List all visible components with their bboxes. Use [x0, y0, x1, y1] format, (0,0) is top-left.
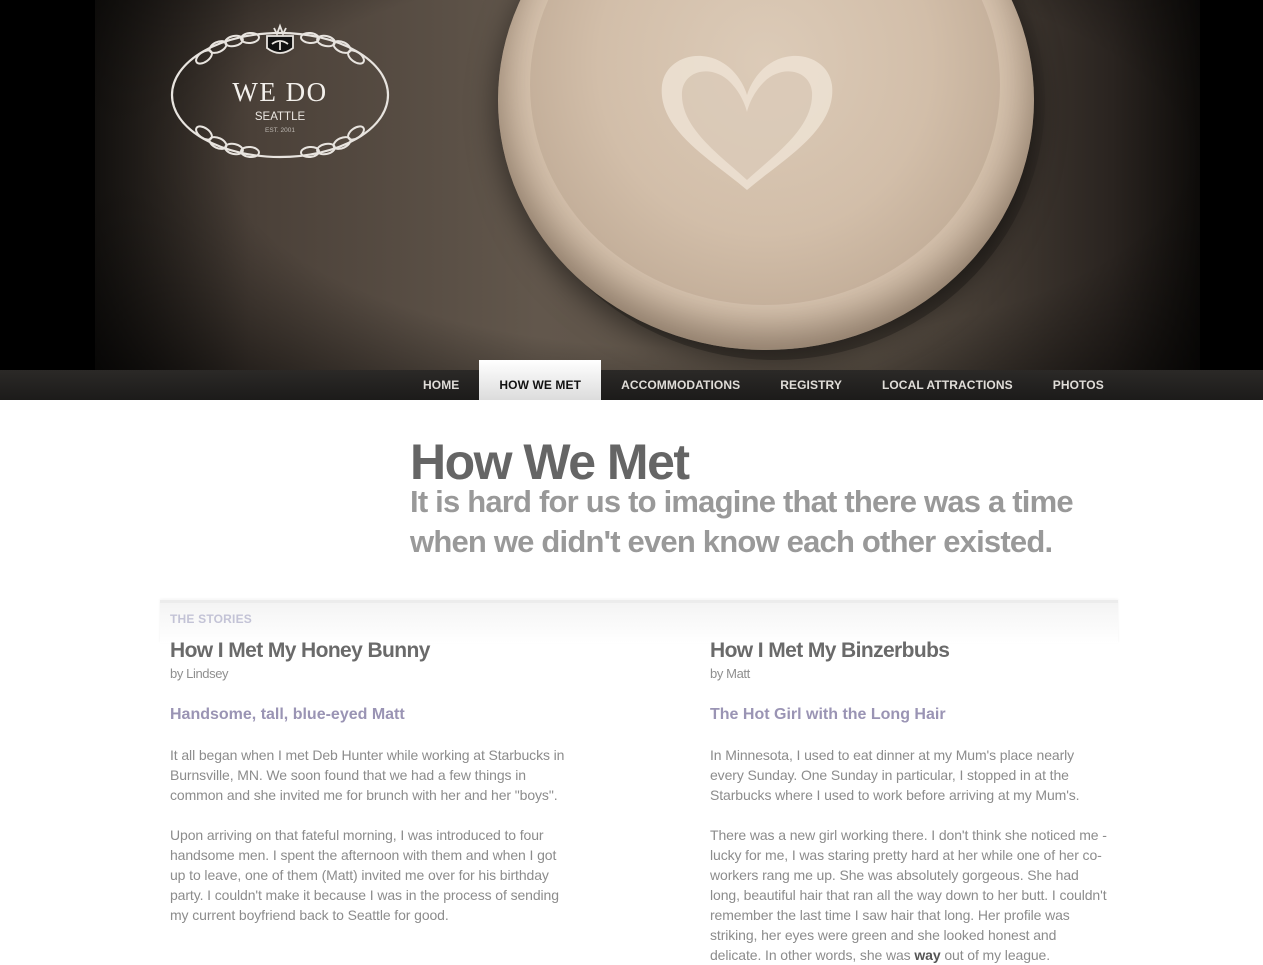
story-heading: The Hot Girl with the Long Hair — [710, 706, 946, 723]
story-paragraph: It all began when I met Deb Hunter while… — [170, 747, 565, 803]
nav-local-attractions[interactable]: LOCAL ATTRACTIONS — [862, 370, 1033, 400]
hero-banner: WE DO SEATTLE EST. 2001 — [0, 0, 1263, 400]
story-text: There was a new girl working there. I do… — [710, 827, 1107, 963]
story-byline: by Matt — [710, 666, 750, 681]
nav-home[interactable]: HOME — [403, 370, 479, 400]
we-do-logo[interactable]: WE DO SEATTLE EST. 2001 — [170, 14, 392, 164]
story-byline: by Lindsey — [170, 666, 229, 681]
story-lindsey: How I Met My Honey Bunny by Lindsey Hand… — [170, 637, 570, 925]
main-navigation: HOME HOW WE MET ACCOMMODATIONS REGISTRY … — [403, 360, 1124, 400]
story-paragraph: There was a new girl working there. I do… — [710, 825, 1110, 965]
story-text: out of my league. — [940, 947, 1051, 963]
nav-accommodations[interactable]: ACCOMMODATIONS — [601, 370, 760, 400]
story-heading: Handsome, tall, blue-eyed Matt — [170, 706, 405, 723]
stories-section-label: THE STORIES — [170, 612, 252, 626]
svg-text:EST. 2001: EST. 2001 — [265, 127, 295, 134]
nav-photos[interactable]: PHOTOS — [1033, 370, 1124, 400]
svg-text:WE DO: WE DO — [232, 77, 327, 107]
story-paragraph: Upon arriving on that fateful morning, I… — [170, 827, 559, 923]
logo-text: WE DO SEATTLE EST. 2001 — [232, 77, 327, 134]
story-paragraph: In Minnesota, I used to eat dinner at my… — [710, 747, 1080, 803]
story-emphasis: way — [914, 947, 941, 963]
nav-registry[interactable]: REGISTRY — [760, 370, 862, 400]
latte-heart-art — [661, 55, 833, 191]
story-title: How I Met My Honey Bunny — [170, 639, 430, 662]
svg-text:SEATTLE: SEATTLE — [255, 111, 306, 123]
nav-how-we-met[interactable]: HOW WE MET — [479, 360, 602, 400]
story-matt: How I Met My Binzerbubs by Matt The Hot … — [710, 637, 1110, 965]
page-subtitle: It is hard for us to imagine that there … — [410, 484, 1074, 559]
story-title: How I Met My Binzerbubs — [710, 639, 950, 662]
